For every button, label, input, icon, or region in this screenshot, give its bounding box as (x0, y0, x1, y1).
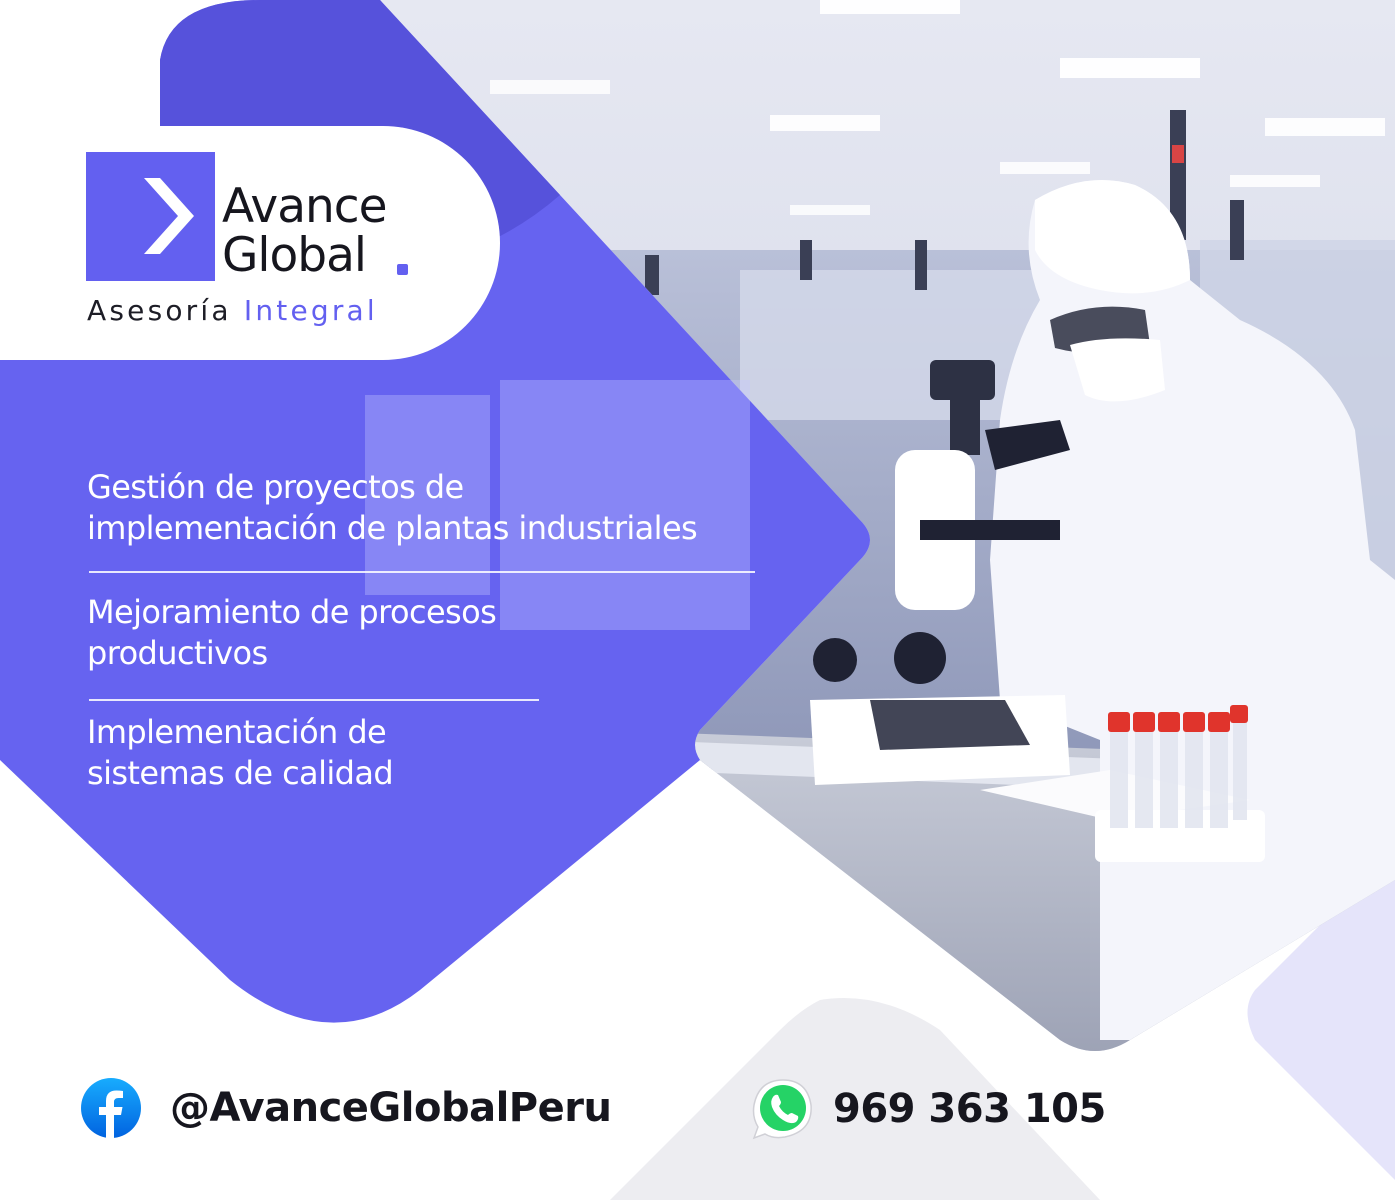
logo-dot (397, 264, 408, 275)
facebook-icon (81, 1078, 141, 1138)
brand-tagline: Asesoría Integral (87, 294, 378, 327)
brand-name-line2: Global (222, 228, 367, 283)
divider (89, 571, 755, 573)
service-line: implementación de plantas industriales (87, 509, 698, 547)
service-line: productivos (87, 634, 268, 672)
tagline-part1: Asesoría (87, 294, 232, 327)
whatsapp-contact[interactable]: 969 363 105 (751, 1077, 1106, 1141)
service-line: Mejoramiento de procesos (87, 593, 497, 631)
whatsapp-icon (752, 1079, 812, 1140)
service-item: Implementación de sistemas de calidad (87, 712, 394, 794)
service-line: sistemas de calidad (87, 754, 394, 792)
brand-name-line1: Avance (222, 179, 388, 234)
promo-banner: Avance Global Asesoría Integral Gestión … (0, 0, 1395, 1200)
logo-mark (86, 152, 215, 281)
service-item: Gestión de proyectos de implementación d… (87, 467, 698, 549)
divider (89, 699, 539, 701)
tagline-part2: Integral (243, 294, 378, 327)
chevron-right-icon (144, 178, 194, 254)
service-line: Gestión de proyectos de (87, 468, 464, 506)
service-item: Mejoramiento de procesos productivos (87, 592, 497, 674)
service-line: Implementación de (87, 713, 387, 751)
facebook-contact[interactable]: @AvanceGlobalPeru (80, 1077, 612, 1139)
facebook-handle: @AvanceGlobalPeru (170, 1085, 612, 1131)
whatsapp-number: 969 363 105 (833, 1086, 1106, 1132)
